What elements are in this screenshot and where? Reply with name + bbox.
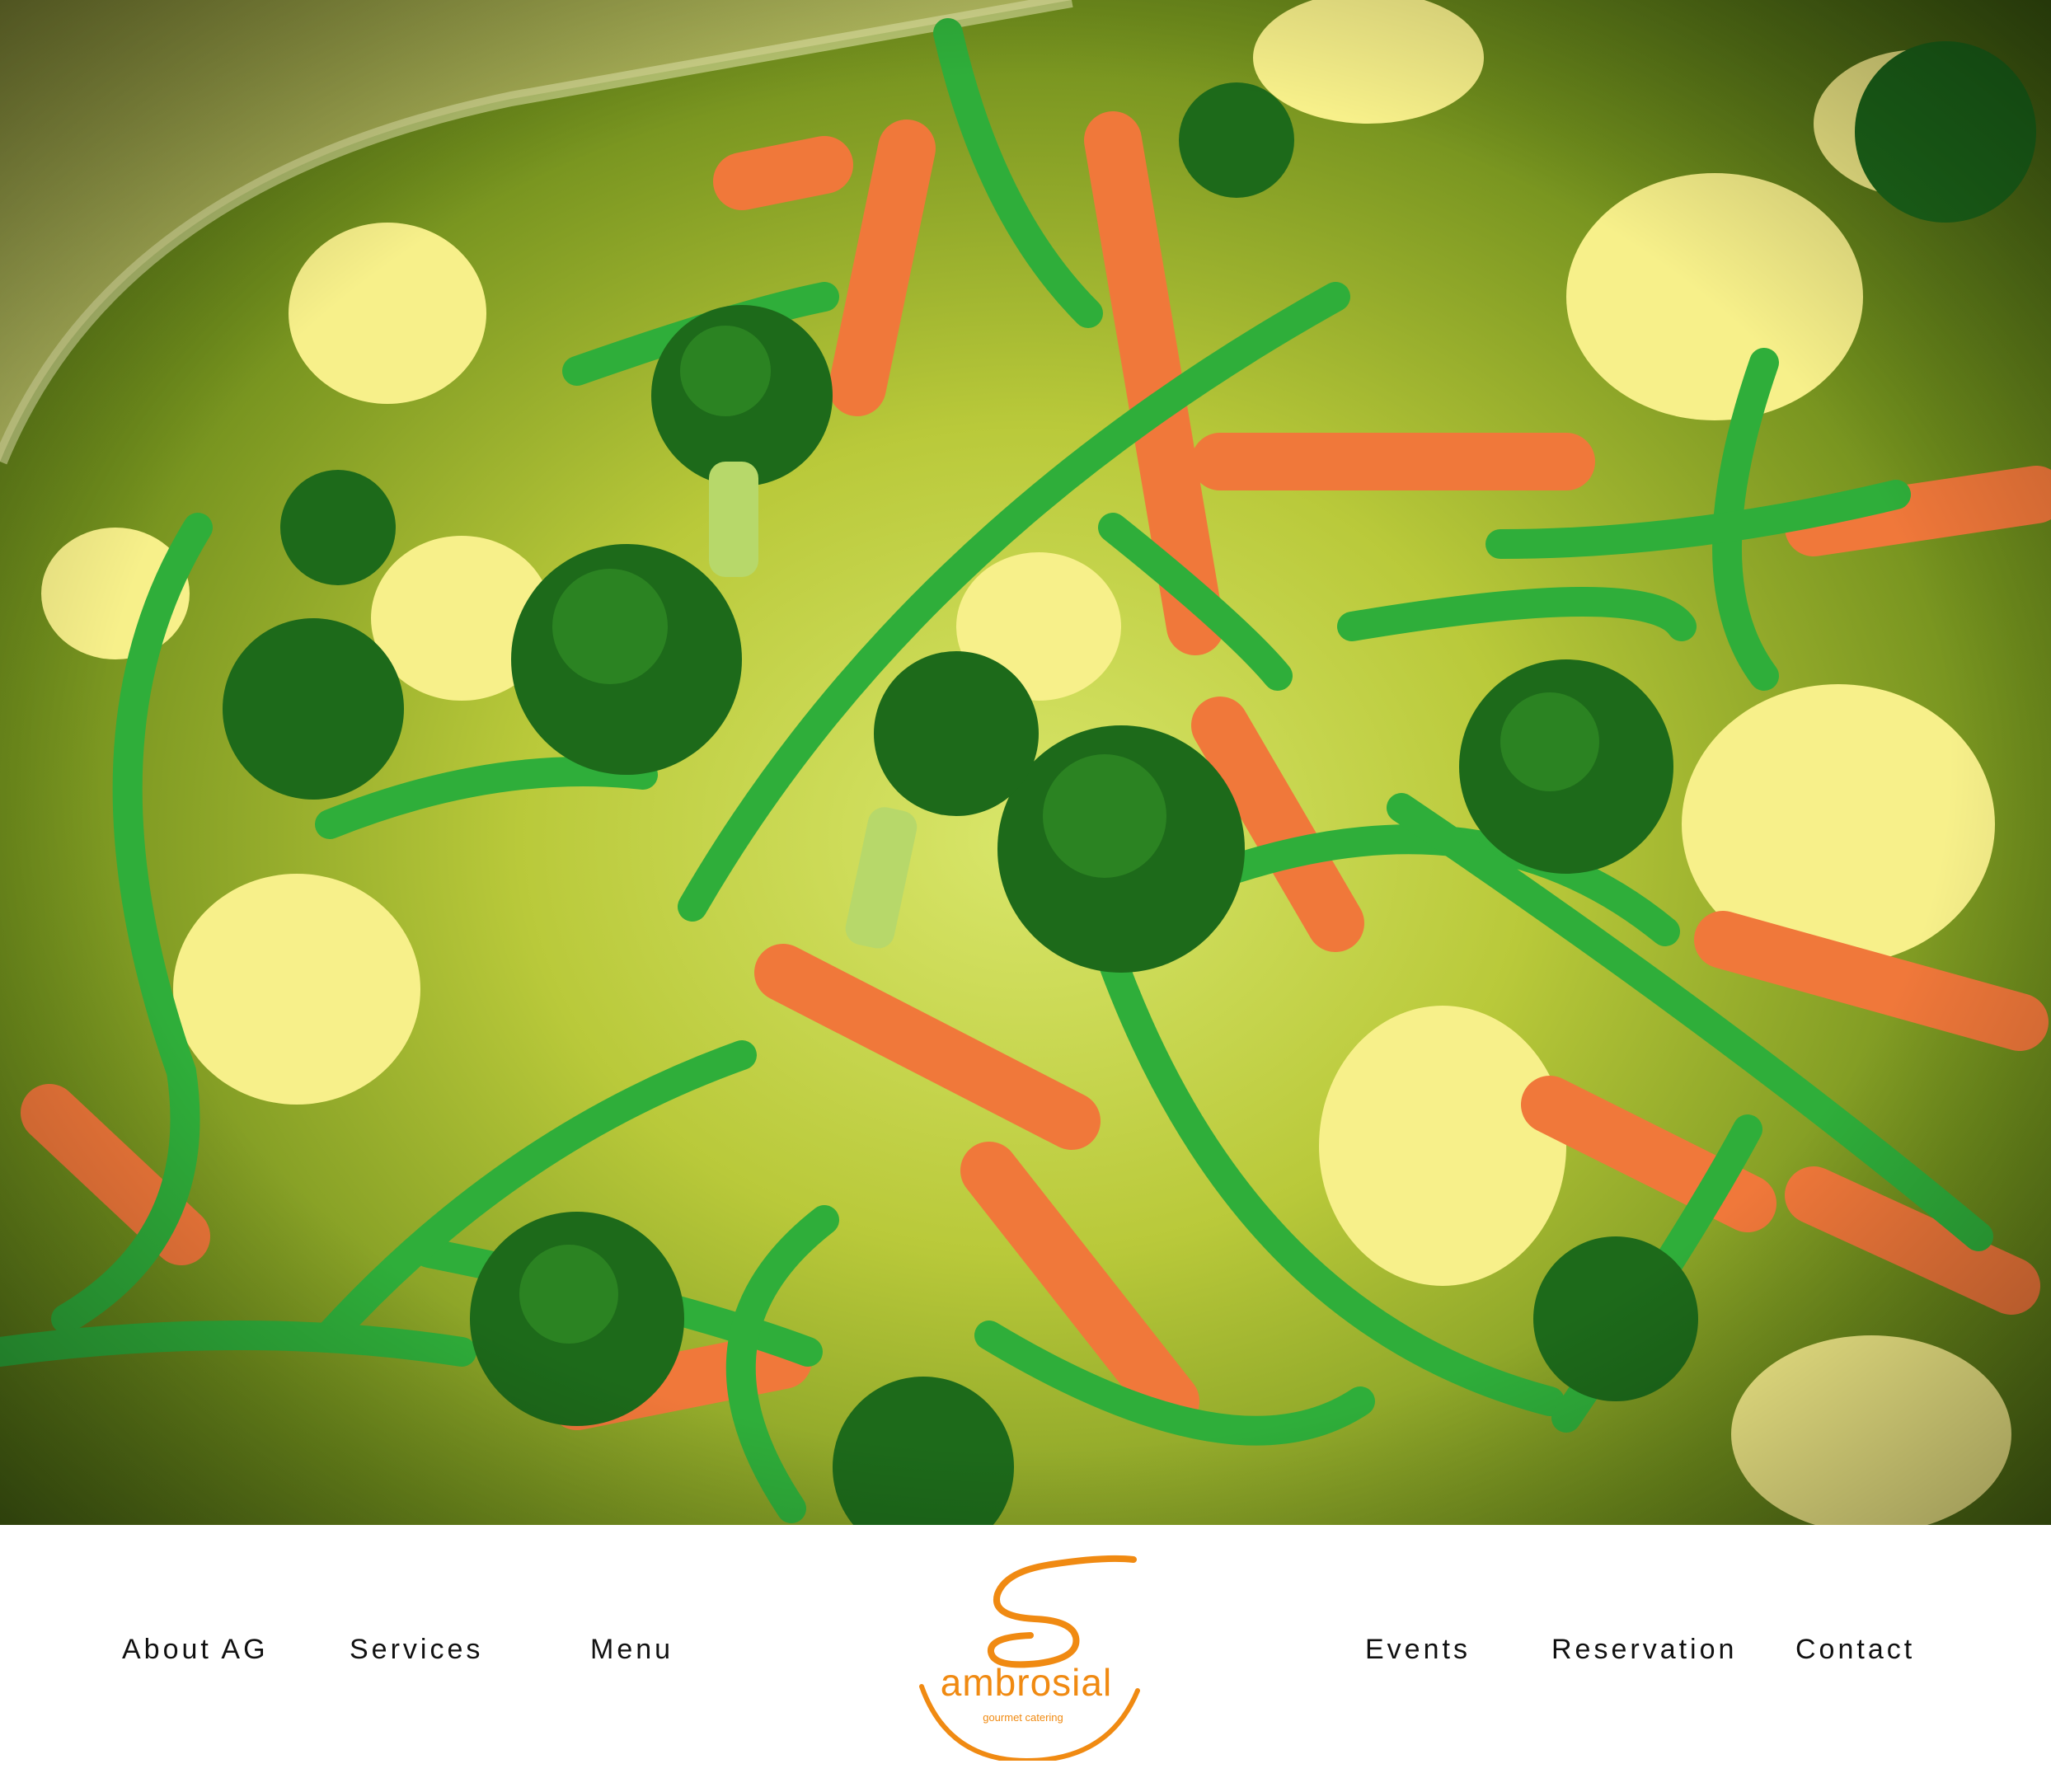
nav-link-menu[interactable]: Menu xyxy=(590,1634,673,1666)
logo-tagline: gourmet catering xyxy=(983,1711,1063,1724)
nav-link-events[interactable]: Events xyxy=(1365,1634,1471,1666)
ambrosial-swirl-icon xyxy=(919,1555,1140,1761)
main-navbar: About AG Services Menu ambrosial gourmet… xyxy=(0,1525,2051,1792)
logo-wordmark: ambrosial xyxy=(940,1661,1113,1704)
nav-link-about-ag[interactable]: About AG xyxy=(122,1634,269,1666)
nav-link-services[interactable]: Services xyxy=(350,1634,483,1666)
vegetables-photo xyxy=(0,0,2051,1525)
nav-link-reservation[interactable]: Reservation xyxy=(1551,1634,1737,1666)
nav-link-contact[interactable]: Contact xyxy=(1795,1634,1915,1666)
brand-logo[interactable]: ambrosial gourmet catering xyxy=(915,1555,1146,1761)
hero-image xyxy=(0,0,2051,1525)
